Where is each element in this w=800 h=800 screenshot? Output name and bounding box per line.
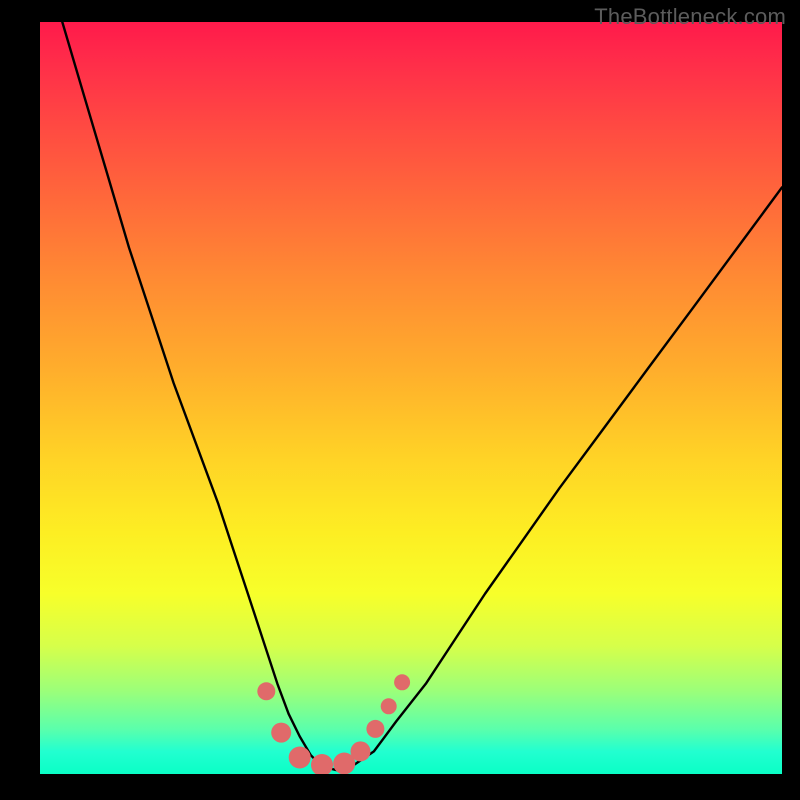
marker-dot — [271, 723, 291, 743]
watermark-text: TheBottleneck.com — [594, 4, 786, 30]
bottleneck-curve — [40, 22, 782, 774]
marker-dot — [366, 720, 384, 738]
curve-path — [62, 22, 782, 770]
marker-dot — [257, 682, 275, 700]
marker-dot — [289, 747, 311, 769]
plot-area — [40, 22, 782, 774]
marker-dot — [394, 674, 410, 690]
marker-dot — [311, 754, 333, 774]
marker-dot — [351, 741, 371, 761]
marker-dot — [381, 698, 397, 714]
chart-frame: TheBottleneck.com — [0, 0, 800, 800]
